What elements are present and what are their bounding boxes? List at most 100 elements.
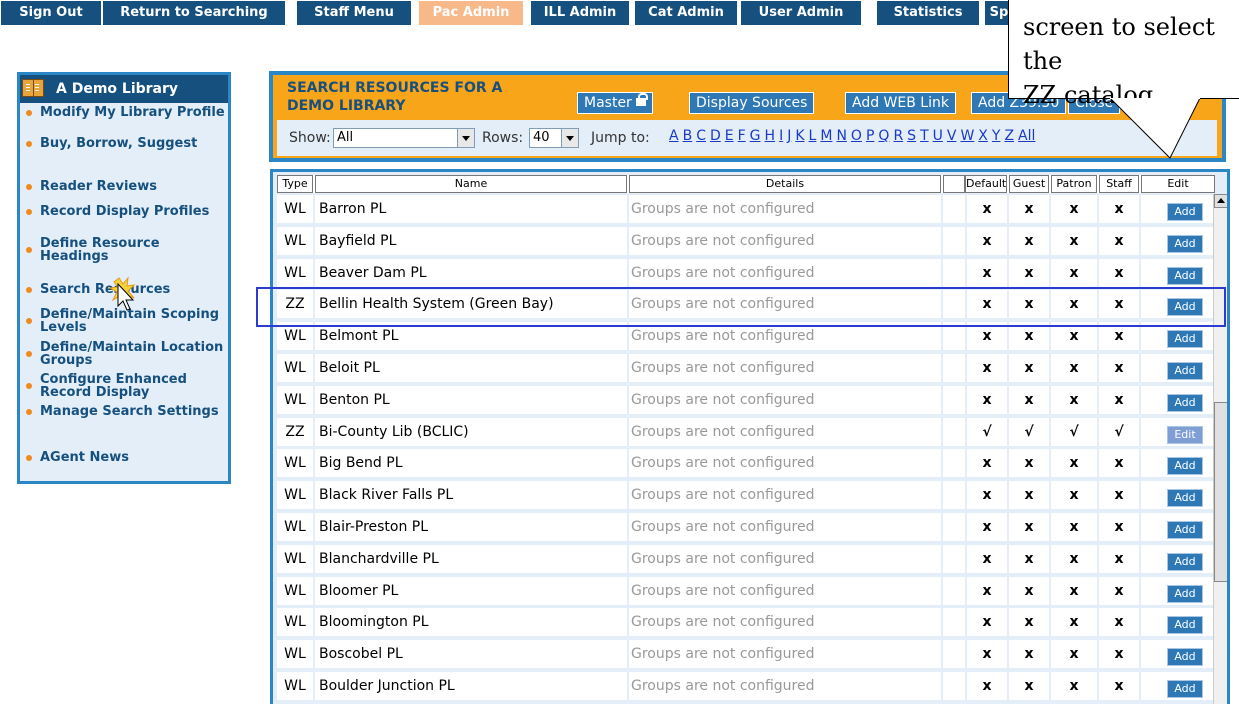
jump-letter-g[interactable]: G (750, 128, 761, 144)
col-name[interactable]: Name (315, 175, 627, 193)
table-scrollbar[interactable] (1213, 194, 1227, 704)
add-button[interactable]: Add (1167, 266, 1203, 285)
jump-letter-z[interactable]: Z (1004, 128, 1014, 144)
jump-letter-c[interactable]: C (696, 128, 706, 144)
menu-item-location-groups[interactable]: Define/Maintain Location Groups (26, 341, 226, 367)
add-button[interactable]: Add (1167, 489, 1203, 508)
jump-letter-r[interactable]: R (893, 128, 903, 144)
cell-name: Barron PL (315, 195, 627, 225)
nav-pac-admin[interactable]: Pac Admin (418, 0, 524, 26)
display-sources-button[interactable]: Display Sources (689, 92, 815, 114)
add-button[interactable]: Add (1167, 330, 1203, 349)
jump-letter-u[interactable]: U (933, 128, 943, 144)
cell-default: x (967, 354, 1007, 384)
add-button[interactable]: Add (1167, 203, 1203, 221)
table-row: WL Black River Falls PL Groups are not con… (277, 481, 1215, 512)
master-button[interactable]: Master (577, 92, 653, 114)
jump-letter-i[interactable]: I (779, 128, 783, 144)
nav-ill-admin[interactable]: ILL Admin (530, 0, 630, 26)
col-guest[interactable]: Guest (1009, 175, 1049, 193)
col-patron[interactable]: Patron (1051, 175, 1097, 193)
col-details[interactable]: Details (629, 175, 941, 193)
master-button-label: Master (584, 95, 632, 111)
nav-sign-out[interactable]: Sign Out (0, 0, 102, 26)
cell-type: ZZ (277, 417, 313, 448)
jump-letter-n[interactable]: N (836, 128, 846, 144)
jump-letter-x[interactable]: X (978, 128, 988, 144)
jump-letter-q[interactable]: Q (878, 128, 889, 144)
jump-letter-a[interactable]: A (669, 128, 679, 144)
jump-letter-j[interactable]: J (787, 128, 791, 144)
jump-letter-s[interactable]: S (907, 128, 916, 144)
cell-edit: Add (1141, 544, 1213, 575)
nav-statistics[interactable]: Statistics (876, 0, 980, 26)
menu-item-manage-search-settings[interactable]: Manage Search Settings (26, 405, 226, 418)
jump-letter-y[interactable]: Y (992, 128, 1001, 144)
table-row: WL Bloomer PL Groups are not configured x x x… (277, 576, 1215, 607)
cell-patron: x (1051, 258, 1097, 289)
cell-edit: Add (1141, 481, 1213, 512)
jump-letter-v[interactable]: V (947, 128, 957, 144)
nav-cat-admin[interactable]: Cat Admin (634, 0, 738, 26)
jump-letter-t[interactable]: T (920, 128, 929, 144)
menu-item-enhanced-record-display[interactable]: Configure Enhanced Record Display (26, 373, 226, 399)
add-button[interactable]: Add (1167, 457, 1203, 476)
cell-edit: Edit (1141, 417, 1213, 448)
menu-item-label: Manage Search Settings (40, 404, 219, 419)
col-type[interactable]: Type (277, 175, 313, 193)
nav-return-to-searching[interactable]: Return to Searching (102, 0, 286, 26)
col-default[interactable]: Default (965, 175, 1007, 193)
rows-select[interactable]: 40 (529, 128, 579, 148)
jump-letter-p[interactable]: P (866, 128, 874, 144)
resources-table: Type Name Details Default Guest Patron S… (270, 169, 1230, 704)
add-button[interactable]: Add (1167, 616, 1203, 635)
cell-blank (943, 195, 965, 225)
jump-letter-o[interactable]: O (851, 128, 862, 144)
cell-patron: x (1051, 354, 1097, 384)
nav-user-admin[interactable]: User Admin (740, 0, 862, 26)
jump-letter-d[interactable]: D (710, 128, 721, 144)
cell-type: WL (277, 449, 313, 480)
add-web-link-button[interactable]: Add WEB Link (845, 92, 956, 114)
jump-letter-w[interactable]: W (960, 128, 974, 144)
add-button[interactable]: Add (1167, 680, 1203, 698)
jump-letter-h[interactable]: H (765, 128, 776, 144)
jump-letter-b[interactable]: B (683, 128, 693, 144)
add-button[interactable]: Add (1167, 648, 1203, 667)
jump-letter-k[interactable]: K (795, 128, 804, 144)
menu-item-agent-news[interactable]: AGent News (26, 451, 226, 464)
jump-letter-m[interactable]: M (820, 128, 832, 144)
add-button[interactable]: Add (1167, 362, 1203, 380)
cell-staff: x (1099, 608, 1139, 639)
cell-patron: x (1051, 195, 1097, 225)
jump-letter-f[interactable]: F (738, 128, 746, 144)
menu-item-reader-reviews[interactable]: Reader Reviews (26, 180, 226, 193)
scrollbar-thumb[interactable] (1214, 402, 1227, 582)
jump-letter-l[interactable]: L (809, 128, 817, 144)
cell-edit: Add (1141, 608, 1213, 639)
menu-item-record-display-profiles[interactable]: Record Display Profiles (26, 205, 226, 218)
nav-staff-menu[interactable]: Staff Menu (296, 0, 412, 26)
add-button[interactable]: Add (1167, 393, 1203, 412)
add-button[interactable]: Add (1167, 552, 1203, 571)
add-button[interactable]: Add (1167, 234, 1203, 253)
menu-item-buy-borrow-suggest[interactable]: Buy, Borrow, Suggest (26, 137, 226, 150)
col-edit[interactable]: Edit (1141, 175, 1215, 193)
bullet-icon (26, 247, 32, 253)
jump-letter-all[interactable]: All (1018, 128, 1035, 144)
add-button[interactable]: Add (1167, 521, 1203, 539)
edit-button[interactable]: Edit (1167, 425, 1203, 444)
scroll-up-icon[interactable] (1214, 194, 1227, 208)
show-select-value: All (337, 130, 354, 145)
cell-name: Black River Falls PL (315, 481, 627, 512)
show-select[interactable]: All (333, 128, 475, 148)
jump-letter-e[interactable]: E (725, 128, 734, 144)
col-staff[interactable]: Staff (1099, 175, 1139, 193)
add-button[interactable]: Add (1167, 584, 1203, 603)
cell-type: WL (277, 544, 313, 575)
menu-item-modify-profile[interactable]: Modify My Library Profile (26, 106, 226, 119)
cell-guest: x (1009, 195, 1049, 225)
cell-edit: Add (1141, 195, 1213, 225)
cell-blank (943, 385, 965, 416)
menu-item-define-resource-headings[interactable]: Define Resource Headings (26, 237, 226, 263)
